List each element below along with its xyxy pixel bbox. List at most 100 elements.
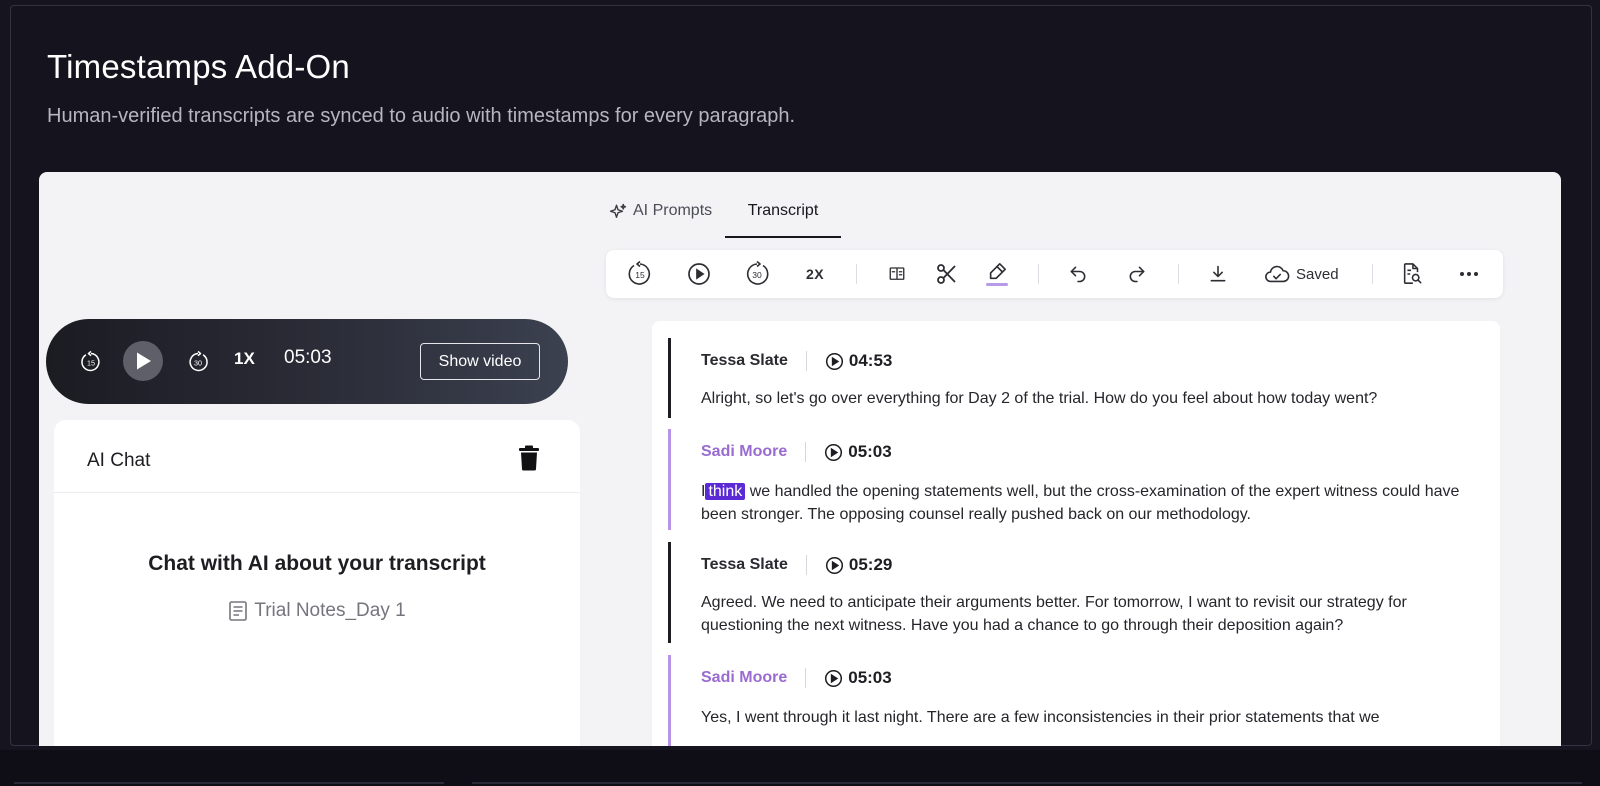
- segment-text[interactable]: Ithink we handled the opening statements…: [701, 480, 1481, 526]
- transcript-segment: Sadi Moore 05:03 Ithink we handled the o…: [668, 429, 1488, 530]
- play-icon: [137, 352, 151, 370]
- scissors-icon: [937, 264, 956, 284]
- toolbar-separator: [1038, 264, 1039, 284]
- timestamp-value: 05:29: [848, 555, 893, 574]
- forward-30-button[interactable]: 30: [743, 260, 771, 288]
- speed-button[interactable]: 2X: [800, 260, 830, 288]
- forward-30-icon: 30: [746, 261, 769, 285]
- timestamp-button[interactable]: 05:29: [825, 555, 892, 575]
- transcript-segment: Sadi Moore 05:03 Yes, I went through it …: [668, 655, 1488, 746]
- redo-button[interactable]: [1124, 260, 1150, 288]
- play-circle-icon: [825, 556, 843, 574]
- text-after: we handled the opening statements well, …: [701, 483, 1460, 523]
- cloud-check-icon: [1265, 265, 1290, 283]
- segment-header: Sadi Moore 05:03: [701, 667, 892, 689]
- svg-text:30: 30: [194, 358, 202, 367]
- cut-button[interactable]: [933, 260, 961, 288]
- play-circle-icon: [825, 669, 843, 687]
- chat-title: AI Chat: [87, 450, 151, 471]
- sparkle-icon: [609, 203, 627, 218]
- chapters-button[interactable]: [884, 260, 910, 288]
- tab-transcript[interactable]: Transcript: [725, 202, 841, 238]
- svg-text:15: 15: [87, 358, 95, 367]
- timestamp-button[interactable]: 05:03: [824, 668, 892, 688]
- divider: [14, 782, 444, 784]
- transcript-panel: Tessa Slate 04:53 Alright, so let's go o…: [652, 321, 1500, 746]
- header-separator: [805, 442, 807, 462]
- segment-text[interactable]: Alright, so let's go over everything for…: [701, 387, 1481, 410]
- timestamp-value: 05:03: [848, 442, 892, 461]
- timestamp-button[interactable]: 05:03: [824, 442, 892, 462]
- speaker-name[interactable]: Sadi Moore: [701, 443, 787, 461]
- player-current-time: 05:03: [284, 347, 332, 368]
- chat-header: AI Chat: [54, 420, 580, 493]
- more-options-button[interactable]: [1456, 260, 1482, 288]
- timestamp-value: 05:03: [848, 668, 892, 687]
- chat-file-name: Trial Notes_Day 1: [254, 600, 406, 621]
- segment-header: Sadi Moore 05:03: [701, 441, 892, 463]
- chat-attached-file[interactable]: Trial Notes_Day 1: [54, 600, 580, 622]
- redo-icon: [1129, 266, 1145, 283]
- speaker-name[interactable]: Tessa Slate: [701, 352, 788, 370]
- table-of-contents-icon: [889, 267, 905, 280]
- transcript-segment: Tessa Slate 04:53 Alright, so let's go o…: [668, 338, 1488, 418]
- more-icon: [1460, 272, 1478, 276]
- page-title: Timestamps Add-On: [47, 48, 350, 85]
- svg-text:15: 15: [635, 270, 645, 280]
- player-play-button[interactable]: [123, 341, 163, 381]
- ai-chat-panel: AI Chat Chat with AI about your transcri…: [54, 420, 580, 746]
- trash-icon: [519, 445, 539, 471]
- header-separator: [805, 351, 807, 371]
- player-speed-button[interactable]: 1X: [234, 349, 255, 369]
- audio-player: 15 30 1X 05:03 Show video: [46, 319, 568, 404]
- download-icon: [1210, 265, 1226, 282]
- svg-text:30: 30: [752, 270, 762, 280]
- tab-label: Transcript: [747, 202, 819, 219]
- speaker-bar: [668, 338, 671, 418]
- segment-text[interactable]: Agreed. We need to anticipate their argu…: [701, 591, 1481, 637]
- speaker-bar: [668, 429, 671, 530]
- app-card: AI Prompts Transcript 15 30 2X Saved 15 …: [39, 172, 1561, 746]
- undo-button[interactable]: [1065, 260, 1091, 288]
- show-video-button[interactable]: Show video: [420, 343, 540, 380]
- rewind-15-button[interactable]: 15: [626, 260, 654, 288]
- segment-header: Tessa Slate 05:29: [701, 554, 892, 576]
- speaker-name[interactable]: Sadi Moore: [701, 669, 787, 687]
- chat-empty-title: Chat with AI about your transcript: [148, 552, 486, 575]
- find-in-document-button[interactable]: [1398, 260, 1426, 288]
- divider: [472, 782, 1582, 784]
- highlight-button[interactable]: [983, 260, 1011, 288]
- speaker-name[interactable]: Tessa Slate: [701, 556, 788, 574]
- toolbar-separator: [856, 264, 857, 284]
- play-button[interactable]: [685, 260, 713, 288]
- play-icon: [688, 263, 710, 285]
- speaker-bar: [668, 542, 671, 643]
- header-separator: [805, 555, 807, 575]
- player-forward-30-button[interactable]: 30: [185, 350, 211, 374]
- player-rewind-15-button[interactable]: 15: [78, 350, 104, 374]
- download-button[interactable]: [1205, 260, 1231, 288]
- tab-ai-prompts[interactable]: AI Prompts: [609, 202, 712, 238]
- highlighter-icon: [989, 263, 1007, 280]
- header-separator: [805, 668, 807, 688]
- undo-icon: [1070, 266, 1086, 283]
- highlighted-word[interactable]: think: [705, 483, 746, 500]
- transcript-segment: Tessa Slate 05:29 Agreed. We need to ant…: [668, 542, 1488, 643]
- toolbar-separator: [1178, 264, 1179, 284]
- toolbar-separator: [1372, 264, 1373, 284]
- highlight-color-bar: [986, 283, 1008, 286]
- page-subtitle: Human-verified transcripts are synced to…: [47, 105, 796, 127]
- timestamp-value: 04:53: [848, 351, 893, 370]
- transcript-toolbar: 15 30 2X Saved: [606, 250, 1503, 298]
- rewind-15-icon: 15: [628, 261, 651, 285]
- play-circle-icon: [825, 352, 843, 370]
- segment-header: Tessa Slate 04:53: [701, 350, 892, 372]
- timestamp-button[interactable]: 04:53: [825, 351, 892, 371]
- clear-chat-button[interactable]: [518, 445, 540, 476]
- save-status[interactable]: Saved: [1264, 260, 1344, 288]
- play-circle-icon: [825, 443, 843, 461]
- forward-30-icon: 30: [189, 351, 208, 372]
- document-icon: [229, 601, 248, 621]
- tab-label: AI Prompts: [633, 202, 713, 219]
- segment-text[interactable]: Yes, I went through it last night. There…: [701, 706, 1481, 729]
